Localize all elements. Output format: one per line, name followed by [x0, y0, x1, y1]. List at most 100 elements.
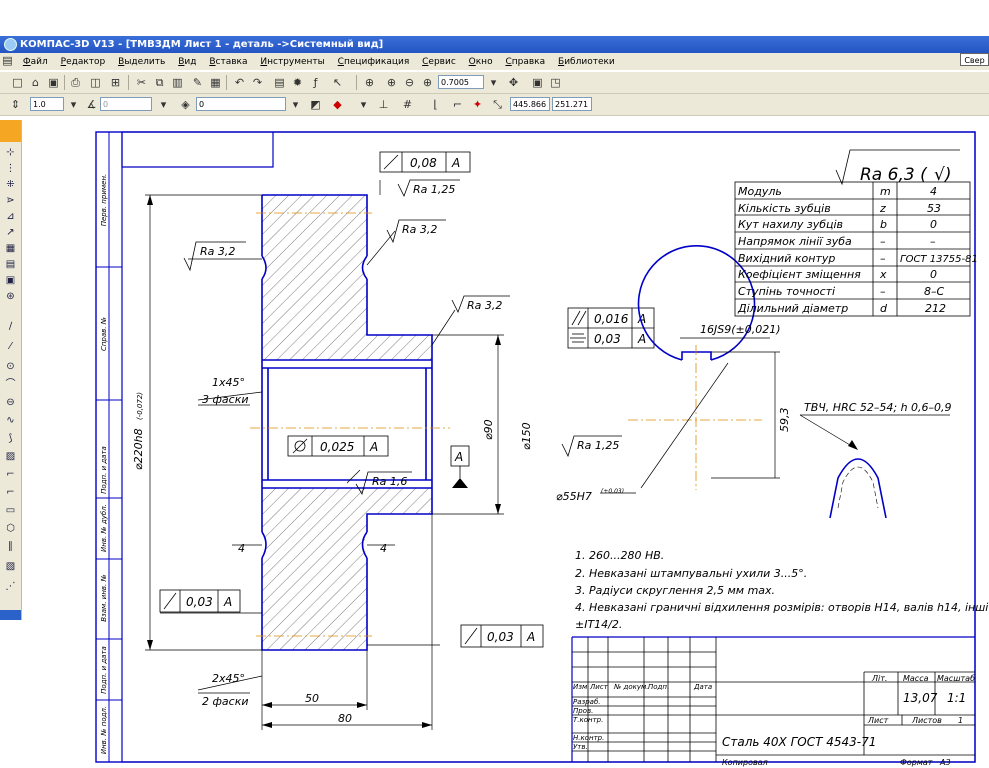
param-name: Кут нахилу зубців: [738, 218, 843, 231]
strip-label-replaced-inv: Взам. инв. №: [100, 574, 108, 622]
tb-col-list: Лист: [589, 683, 609, 691]
param-symbol: x: [879, 268, 887, 281]
technical-notes: 1. 260...280 НВ. 2. Невказані штампуваль…: [575, 549, 988, 631]
param-name: Коефіцієнт зміщення: [738, 268, 861, 281]
tb-row-developer: Разраб.: [573, 698, 601, 706]
sheet-inner-frame: [121, 131, 976, 763]
param-symbol: –: [880, 252, 886, 265]
param-name: Модуль: [738, 185, 782, 198]
tb-col-izm: Изм: [573, 683, 588, 691]
param-symbol: m: [880, 185, 891, 198]
tolerance-base-4: A: [526, 630, 535, 644]
tb-format-value: А3: [939, 758, 951, 767]
dim-4-left: 4: [238, 542, 245, 555]
tooth-profile-view: [799, 414, 950, 519]
dim-d220-tol: (-0,072): [136, 392, 144, 420]
tb-row-checker: Пров.: [573, 707, 593, 715]
gear-section-view: [250, 194, 450, 651]
tb-mass-value: 13,07: [903, 691, 938, 705]
strip-label-orig-inv: Инв. № подл.: [100, 706, 108, 754]
param-symbol: d: [880, 302, 888, 315]
roughness-label-4: Ra 3,2: [467, 299, 502, 312]
strip-label-first-use: Перв. примен.: [100, 174, 108, 227]
param-value: 212: [925, 302, 946, 315]
tb-material: Сталь 40Х ГОСТ 4543-71: [722, 735, 876, 749]
dim-keyway: 16JS9(±0,021): [700, 323, 781, 336]
dim-key-depth: 59,3: [778, 408, 791, 433]
tb-lit: Літ.: [871, 674, 887, 683]
note-line: ±IT14/2.: [575, 618, 622, 631]
param-name: Ділильний діаметр: [737, 302, 848, 315]
hardening-note: ТВЧ, HRC 52–54; h 0,6–0,9: [804, 401, 952, 414]
param-symbol: z: [879, 202, 886, 215]
dim-80: 80: [338, 712, 352, 725]
param-value: –: [930, 235, 936, 248]
param-symbol: –: [880, 285, 886, 298]
tb-mass: Масса: [903, 674, 929, 683]
tolerance-value-2: 0,025: [320, 440, 354, 454]
tb-scale-value: 1:1: [947, 691, 966, 705]
dim-chamfer-1: 1x45°: [212, 376, 245, 389]
strip-label-dup-inv: Инв. № дубл.: [100, 504, 108, 552]
param-symbol: b: [880, 218, 887, 231]
tolerance-value-5: 0,016: [594, 312, 629, 326]
dim-chamfer-2-note: 2 фаски: [202, 695, 248, 708]
dim-d90: ⌀90: [482, 419, 495, 440]
tb-sheet: Лист: [867, 716, 889, 725]
tolerance-base-2: A: [369, 440, 378, 454]
tb-row-tech: Т.контр.: [573, 716, 603, 724]
dim-bore-tol: (+0,03): [601, 488, 624, 495]
tb-row-norm: Н.контр.: [573, 734, 604, 742]
param-value: 4: [930, 185, 937, 198]
param-value: 0: [930, 218, 937, 231]
param-value: 53: [927, 202, 941, 215]
dim-bore: ⌀55H7: [556, 490, 592, 503]
tolerance-value-4: 0,03: [487, 630, 514, 644]
tb-sheets-value: 1: [958, 716, 963, 725]
dim-4-right: 4: [380, 542, 387, 555]
param-name: Ступінь точності: [738, 285, 835, 298]
param-value: 0: [930, 268, 937, 281]
tolerance-value-6: 0,03: [594, 332, 621, 346]
param-name: Напрямок лінії зуба: [738, 235, 852, 248]
top-left-box: [121, 132, 274, 168]
note-line: 4. Невказані граничні відхилення розмірі…: [575, 601, 988, 614]
dim-chamfer-2: 2x45°: [212, 672, 245, 685]
datum-triangle: [452, 478, 468, 488]
strip-label-sign-date-1: Подп. и дата: [100, 446, 108, 494]
strip-label-ref-no: Справ. №: [100, 317, 108, 351]
datum-label: A: [454, 450, 463, 464]
title-block: Изм Лист № докум. Подп. Дата Разраб. Про…: [573, 674, 975, 767]
note-line: 2. Невказані штампувальні ухили 3...5°.: [575, 567, 807, 580]
drawing-canvas[interactable]: Перв. примен. Справ. № Подп. и дата Инв.…: [0, 0, 989, 768]
dim-d220: ⌀220h8: [132, 428, 145, 470]
tb-format: Формат: [900, 758, 933, 767]
hub-section-view: [600, 245, 780, 494]
tb-scale: Масштаб: [937, 674, 975, 683]
param-name: Вихідний контур: [738, 252, 835, 265]
roughness-label-1: Ra 1,25: [413, 183, 455, 196]
param-name: Кількість зубців: [738, 202, 831, 215]
dim-50: 50: [305, 692, 319, 705]
tolerance-base-1: A: [451, 156, 460, 170]
dim-d150: ⌀150: [520, 422, 533, 450]
params-table: Модуль m 4 Кількість зубців z 53 Кут нах…: [737, 185, 978, 315]
roughness-label-6: Ra 1,25: [577, 439, 619, 452]
tb-col-sign: Подп.: [648, 683, 669, 691]
tb-copied: Копировал: [722, 758, 768, 767]
roughness-label-2: Ra 3,2: [200, 245, 235, 258]
roughness-label-3: Ra 3,2: [402, 223, 437, 236]
param-value: ГОСТ 13755-81: [900, 254, 978, 265]
dim-chamfer-1-note: 3 фаски: [202, 393, 248, 406]
roughness-label-5: Ra 1,6: [372, 475, 407, 488]
param-symbol: –: [880, 235, 886, 248]
tolerance-base-3: A: [223, 595, 232, 609]
strip-label-sign-date-2: Подп. и дата: [100, 646, 108, 694]
tolerance-base-6: A: [637, 332, 646, 346]
note-line: 1. 260...280 НВ.: [575, 549, 664, 562]
tb-col-doc: № докум.: [613, 683, 649, 691]
tolerance-value-1: 0,08: [410, 156, 437, 170]
tb-sheets: Листов: [911, 716, 942, 725]
sheet-outer-frame: [95, 131, 976, 763]
param-value: 8–С: [924, 285, 944, 298]
